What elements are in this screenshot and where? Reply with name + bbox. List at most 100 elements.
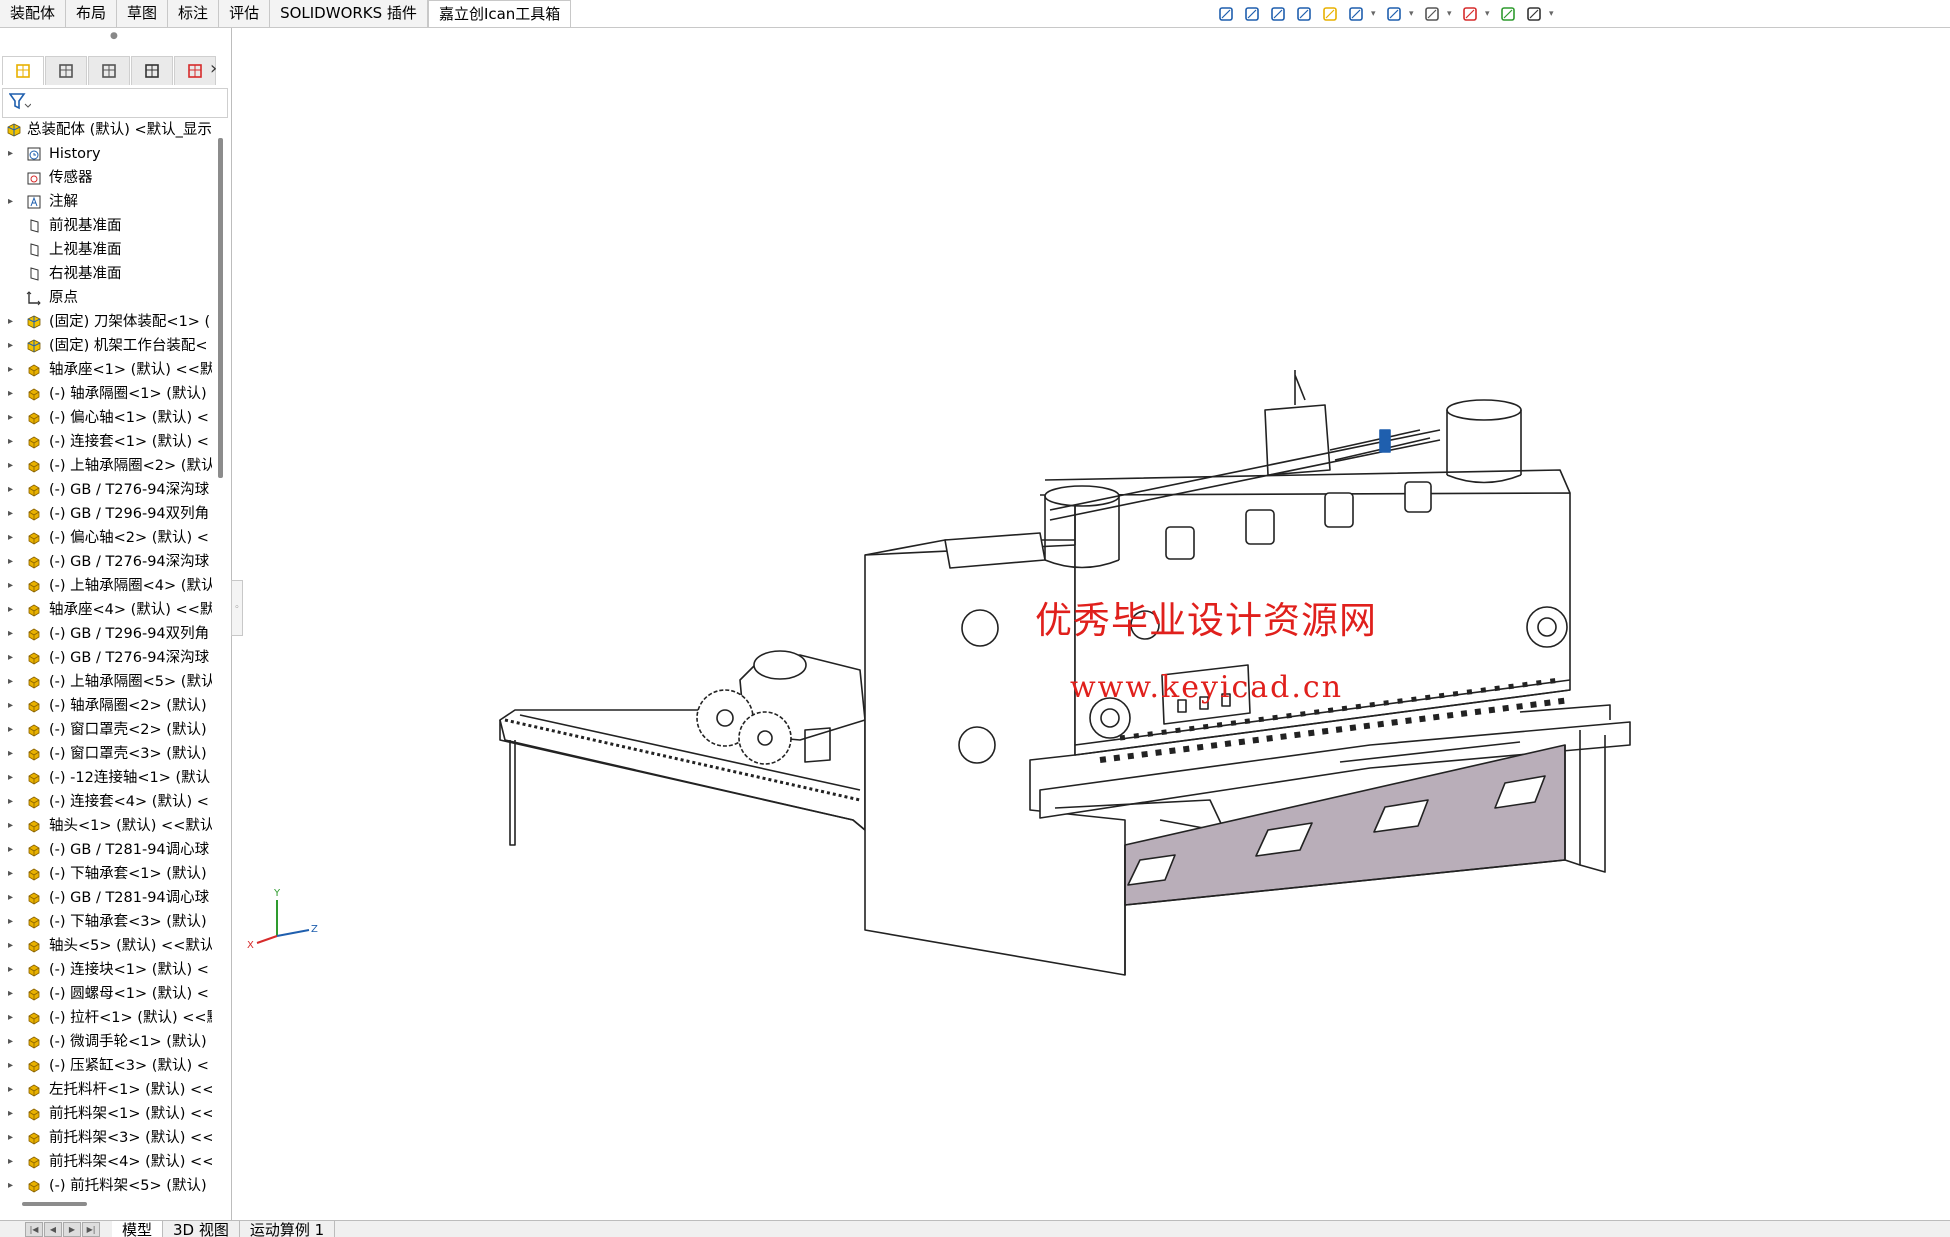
display-style-dropdown-icon[interactable]: ▾ [1409,9,1417,19]
expand-arrow-icon[interactable]: ▸ [8,1006,18,1030]
tree-item[interactable]: ▸ (-) 上轴承隔圈<2> (默认 [0,454,212,478]
zoom-to-area-icon[interactable] [1241,3,1263,25]
expand-arrow-icon[interactable]: ▸ [8,982,18,1006]
tree-item[interactable]: ▸ (-) GB / T276-94深沟球 [0,478,212,502]
tree-item[interactable]: ▸ (-) 上轴承隔圈<5> (默认 [0,670,212,694]
previous-view-icon[interactable] [1267,3,1289,25]
first-tab-icon[interactable]: |◀ [25,1222,43,1237]
expand-arrow-icon[interactable]: ▸ [8,478,18,502]
tree-item[interactable]: ▸ 前托料架<4> (默认) << [0,1150,212,1174]
configurationmanager-tab[interactable] [88,56,130,85]
tree-item[interactable]: ▸ History [0,142,212,166]
tree-item[interactable]: ▸ (-) GB / T296-94双列角 [0,622,212,646]
expand-arrow-icon[interactable]: ▸ [8,358,18,382]
dynamic-annotation-icon[interactable] [1319,3,1341,25]
next-tab-icon[interactable]: ▶ [63,1222,81,1237]
command-tab-0[interactable]: 装配体 [0,0,67,27]
tree-item[interactable]: ▸ 前托料架<1> (默认) << [0,1102,212,1126]
expand-arrow-icon[interactable]: ▸ [8,1102,18,1126]
tree-item[interactable]: ▸ (-) GB / T276-94深沟球 [0,646,212,670]
tree-item[interactable]: ▸ (-) 下轴承套<1> (默认) [0,862,212,886]
expand-arrow-icon[interactable]: ▸ [8,382,18,406]
expand-arrow-icon[interactable]: ▸ [8,430,18,454]
graphics-viewport[interactable]: 优秀毕业设计资源网 www.keyicad.cn Y X Z [232,28,1950,1220]
tree-item[interactable]: ▸ (-) 轴承隔圈<1> (默认) [0,382,212,406]
bottom-tab-0[interactable]: 模型 [112,1221,164,1237]
tree-item[interactable]: ▸ (-) GB / T276-94深沟球 [0,550,212,574]
tree-filter-bar[interactable] [2,88,228,118]
expand-arrow-icon[interactable]: ▸ [8,454,18,478]
expand-arrow-icon[interactable]: ▸ [8,550,18,574]
expand-arrow-icon[interactable]: ▸ [8,190,18,214]
tree-item[interactable]: ▸ (-) 拉杆<1> (默认) <<默 [0,1006,212,1030]
tree-item[interactable]: 右视基准面 [0,262,212,286]
propertymanager-tab[interactable] [45,56,87,85]
featuremanager-tab[interactable] [2,56,44,85]
apply-scene-icon[interactable] [1497,3,1519,25]
expand-arrow-icon[interactable]: ▸ [8,646,18,670]
section-view-icon[interactable] [1293,3,1315,25]
panel-tabs-more-icon[interactable]: › [210,58,217,79]
expand-arrow-icon[interactable]: ▸ [8,958,18,982]
command-tab-4[interactable]: 评估 [219,0,271,27]
expand-arrow-icon[interactable]: ▸ [8,862,18,886]
view-settings-dropdown-icon[interactable]: ▾ [1549,9,1557,19]
hide-show-items-icon[interactable] [1421,3,1443,25]
command-tab-1[interactable]: 布局 [66,0,118,27]
command-tab-5[interactable]: SOLIDWORKS 插件 [270,0,428,27]
expand-arrow-icon[interactable]: ▸ [8,574,18,598]
tree-item[interactable]: ▸ (-) 轴承隔圈<2> (默认) [0,694,212,718]
tree-item[interactable]: ▸ 前托料架<3> (默认) << [0,1126,212,1150]
expand-arrow-icon[interactable]: ▸ [8,1126,18,1150]
tree-item[interactable]: ▸ 轴头<5> (默认) <<默认 [0,934,212,958]
tree-vertical-scrollbar[interactable] [218,138,223,478]
filter-icon[interactable] [9,93,31,111]
expand-arrow-icon[interactable]: ▸ [8,670,18,694]
expand-arrow-icon[interactable]: ▸ [8,622,18,646]
expand-arrow-icon[interactable]: ▸ [8,1174,18,1198]
tree-item[interactable]: ▸ (-) 偏心轴<1> (默认) < [0,406,212,430]
expand-arrow-icon[interactable]: ▸ [8,814,18,838]
tree-item[interactable]: ▸ 左托料杆<1> (默认) << [0,1078,212,1102]
tree-item[interactable]: ▸ (-) 连接块<1> (默认) < [0,958,212,982]
expand-arrow-icon[interactable]: ▸ [8,334,18,358]
tree-item[interactable]: ▸ (-) 偏心轴<2> (默认) < [0,526,212,550]
tree-item[interactable]: ▸ (-) 前托料架<5> (默认) [0,1174,212,1198]
tree-item[interactable]: ▸ 注解 [0,190,212,214]
expand-arrow-icon[interactable]: ▸ [8,934,18,958]
tree-item[interactable]: ▸ (-) 压紧缸<3> (默认) < [0,1054,212,1078]
tree-item[interactable]: ▸ (-) 连接套<4> (默认) < [0,790,212,814]
command-tab-6[interactable]: 嘉立创Ican工具箱 [427,0,572,28]
last-tab-icon[interactable]: ▶| [82,1222,100,1237]
hide-show-items-dropdown-icon[interactable]: ▾ [1447,9,1455,19]
tree-item[interactable]: ▸ (-) 窗口罩壳<2> (默认) [0,718,212,742]
expand-arrow-icon[interactable]: ▸ [8,886,18,910]
expand-arrow-icon[interactable]: ▸ [8,598,18,622]
expand-arrow-icon[interactable]: ▸ [8,742,18,766]
expand-arrow-icon[interactable]: ▸ [8,310,18,334]
edit-appearance-icon[interactable] [1459,3,1481,25]
expand-arrow-icon[interactable]: ▸ [8,406,18,430]
expand-arrow-icon[interactable]: ▸ [8,142,18,166]
command-tab-2[interactable]: 草图 [117,0,169,27]
tree-item[interactable]: ▸ (-) -12连接轴<1> (默认 [0,766,212,790]
tree-item[interactable]: 上视基准面 [0,238,212,262]
bottom-tab-1[interactable]: 3D 视图 [163,1221,240,1237]
expand-arrow-icon[interactable]: ▸ [8,1078,18,1102]
expand-arrow-icon[interactable]: ▸ [8,1150,18,1174]
expand-arrow-icon[interactable]: ▸ [8,838,18,862]
dimxpert-tab[interactable] [131,56,173,85]
tree-item[interactable]: 原点 [0,286,212,310]
expand-arrow-icon[interactable]: ▸ [8,694,18,718]
tree-item[interactable]: ▸ 轴承座<1> (默认) <<默 [0,358,212,382]
view-settings-icon[interactable] [1523,3,1545,25]
expand-arrow-icon[interactable]: ▸ [8,718,18,742]
tree-item[interactable]: ▸ (固定) 刀架体装配<1> ( [0,310,212,334]
view-orientation-icon[interactable] [1345,3,1367,25]
tree-item[interactable]: ▸ (-) 下轴承套<3> (默认) [0,910,212,934]
zoom-to-fit-icon[interactable] [1215,3,1237,25]
tree-horizontal-scrollbar[interactable] [22,1202,87,1206]
expand-arrow-icon[interactable]: ▸ [8,766,18,790]
view-orientation-dropdown-icon[interactable]: ▾ [1371,9,1379,19]
expand-arrow-icon[interactable]: ▸ [8,1030,18,1054]
